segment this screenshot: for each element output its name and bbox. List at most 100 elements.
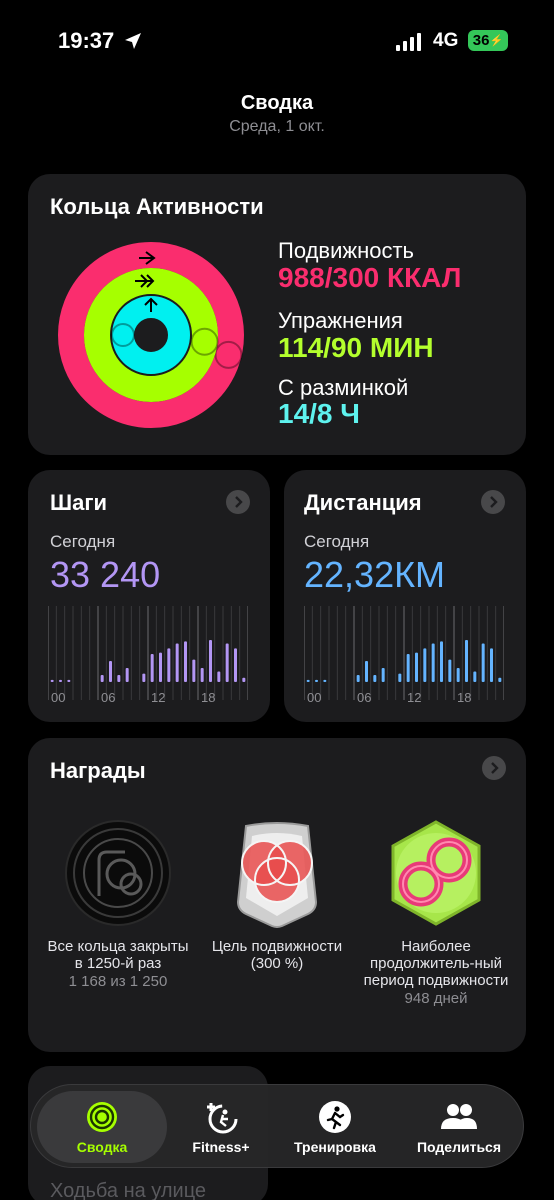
chart-bar <box>323 679 327 682</box>
summary-rings-icon <box>87 1102 117 1132</box>
tab-fitness-plus-label: Fitness+ <box>192 1139 250 1155</box>
move-goal-badge-icon <box>236 822 318 928</box>
awards-card[interactable]: Награды Все кольца закрыты в 1250-й раз … <box>28 738 526 1052</box>
chart-bar <box>125 668 129 682</box>
chart-bar <box>67 679 71 682</box>
chart-bar <box>142 673 146 682</box>
chart-bar <box>473 671 477 682</box>
charging-bolt-icon: ⚡ <box>489 35 504 47</box>
move-value: 988/300 ККАЛ <box>278 262 462 293</box>
award-item[interactable]: Наиболее продолжитель-ный период подвижн… <box>361 818 511 1007</box>
chart-axis-label: 06 <box>101 690 115 705</box>
distance-chevron-icon[interactable] <box>481 490 505 514</box>
chart-bar <box>184 641 187 682</box>
award-detail: 948 дней <box>404 990 468 1007</box>
tab-sharing[interactable]: Поделиться <box>399 1085 519 1169</box>
activity-rings-card[interactable]: Кольца Активности Подвижность 988/300 КК… <box>28 174 526 455</box>
tab-summary[interactable]: Сводка <box>37 1085 167 1169</box>
chart-bar <box>100 675 104 682</box>
chart-bar <box>423 648 427 682</box>
activity-rings <box>58 242 244 428</box>
steps-card[interactable]: Шаги Сегодня 33 240 00 06 12 18 <box>28 470 270 722</box>
chart-axis-label: 00 <box>51 690 65 705</box>
chart-bar <box>398 673 402 682</box>
award-item[interactable]: Цель подвижности (300 %) <box>202 818 352 973</box>
award-detail: 1 168 из 1 250 <box>68 973 168 990</box>
chart-bar <box>50 679 54 682</box>
award-name: Все кольца закрыты в 1250-й раз <box>47 938 189 972</box>
chart-bar <box>448 659 452 682</box>
stand-ring-end-cap <box>111 323 135 347</box>
status-bar: 19:37 4G 36 ⚡ <box>0 0 554 80</box>
chart-axis-label: 06 <box>357 690 371 705</box>
all-rings-badge-icon <box>65 820 171 926</box>
chart-bar <box>209 640 212 682</box>
chart-axis-label: 12 <box>151 690 165 705</box>
distance-title: Дистанция <box>304 490 422 515</box>
awards-chevron-icon[interactable] <box>482 756 506 780</box>
workout-runner-icon <box>319 1101 351 1133</box>
move-label: Подвижность <box>278 238 415 263</box>
chart-bar <box>200 668 204 682</box>
chart-bar <box>315 679 318 682</box>
chart-bar <box>234 648 237 682</box>
outdoor-walk-title: Ходьба на улице <box>50 1180 207 1200</box>
chart-bar <box>175 643 179 682</box>
tab-sharing-label: Поделиться <box>416 1139 502 1155</box>
chart-bar <box>109 661 112 682</box>
chart-bar <box>440 641 443 682</box>
chart-bar <box>242 677 246 682</box>
chart-bar <box>365 661 368 682</box>
tab-workout[interactable]: Тренировка <box>275 1085 395 1169</box>
chart-bar <box>225 643 229 682</box>
tab-bar: Сводка Fitness+ Тренировка Поделиться <box>30 1084 524 1168</box>
sharing-people-icon <box>441 1104 477 1129</box>
longest-move-streak-badge-icon <box>391 820 481 926</box>
distance-subtitle: Сегодня <box>304 532 370 551</box>
award-name: Цель подвижности (300 %) <box>211 938 343 972</box>
chart-bar <box>490 648 493 682</box>
location-arrow-icon <box>125 33 141 49</box>
award-item[interactable]: Все кольца закрыты в 1250-й раз 1 168 из… <box>43 818 193 990</box>
chart-axis-label: 18 <box>457 690 471 705</box>
exercise-value: 114/90 МИН <box>278 332 434 363</box>
chart-bar <box>150 654 154 682</box>
chart-bar <box>498 677 502 682</box>
battery-level: 36 <box>472 32 490 49</box>
chart-bar <box>456 668 460 682</box>
steps-chevron-icon[interactable] <box>226 490 250 514</box>
cellular-signal-icon <box>396 33 421 51</box>
distance-value: 22,32КМ <box>304 554 446 595</box>
tab-summary-label: Сводка <box>76 1139 128 1155</box>
exercise-label: Упражнения <box>278 308 403 333</box>
chart-bar <box>373 675 377 682</box>
activity-card-title: Кольца Активности <box>50 194 264 219</box>
exercise-ring-end-cap <box>190 327 219 356</box>
chart-bar <box>356 675 360 682</box>
status-time: 19:37 <box>58 28 115 53</box>
distance-hourly-chart: 00 06 12 18 <box>304 606 504 705</box>
chart-axis-label: 00 <box>307 690 321 705</box>
chart-bar <box>431 643 435 682</box>
tab-fitness-plus[interactable]: Fitness+ <box>171 1085 271 1169</box>
steps-subtitle: Сегодня <box>50 532 116 551</box>
steps-hourly-chart: 00 06 12 18 <box>48 606 248 705</box>
chart-bar <box>481 643 485 682</box>
battery-indicator: 36 ⚡ <box>468 30 508 51</box>
chart-bar <box>217 671 221 682</box>
chart-bar <box>381 668 385 682</box>
chart-bar <box>192 659 196 682</box>
chart-bar <box>59 679 62 682</box>
chart-bar <box>159 652 162 682</box>
awards-title: Награды <box>50 758 146 783</box>
award-name: Наиболее продолжитель-ный период подвижн… <box>363 938 509 989</box>
steps-title: Шаги <box>50 490 108 515</box>
chart-bar <box>117 675 121 682</box>
page-date: Среда, 1 окт. <box>229 118 325 135</box>
chart-axis-label: 12 <box>407 690 421 705</box>
fitness-plus-icon <box>207 1103 238 1134</box>
chart-bar <box>306 679 310 682</box>
chart-bar <box>415 652 418 682</box>
distance-card[interactable]: Дистанция Сегодня 22,32КМ 00 06 12 18 <box>284 470 526 722</box>
tab-workout-label: Тренировка <box>294 1139 376 1155</box>
